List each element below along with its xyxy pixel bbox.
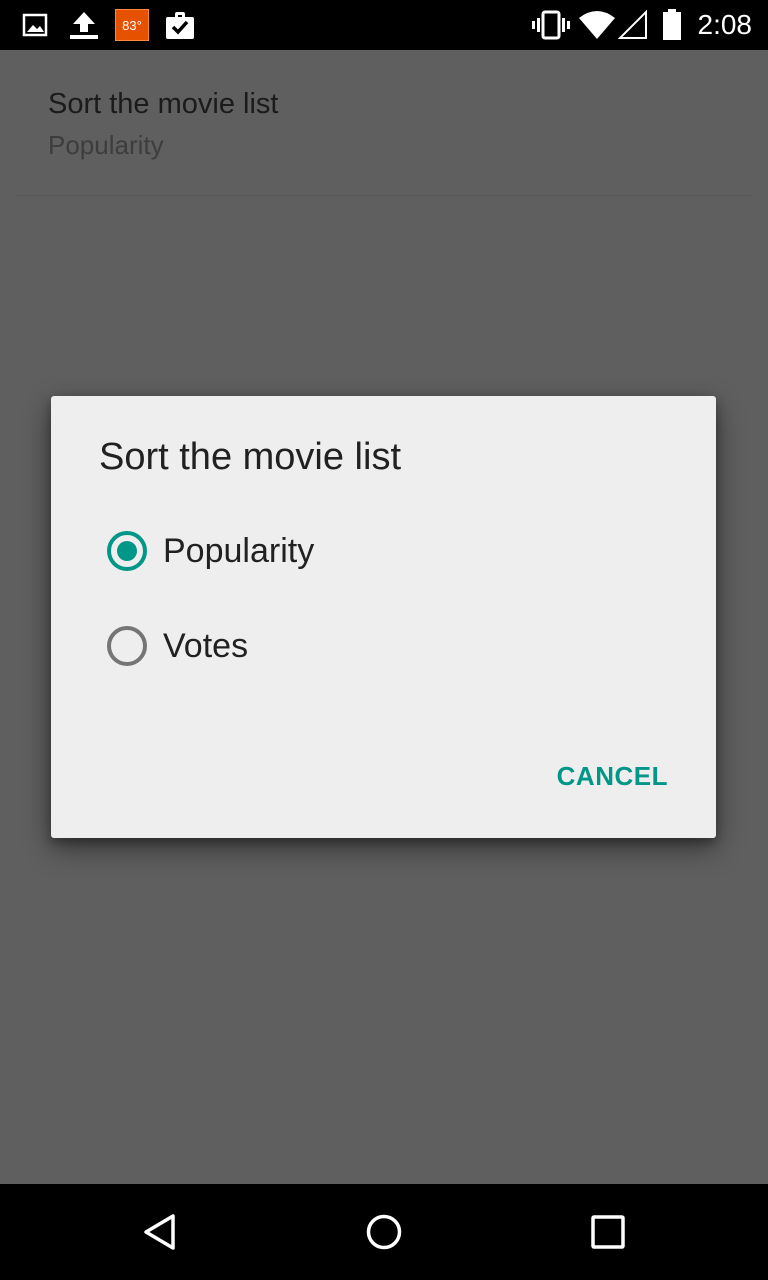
option-votes[interactable]: Votes xyxy=(107,611,667,681)
recents-icon[interactable] xyxy=(578,1202,638,1262)
sort-preference-item[interactable] xyxy=(0,50,768,196)
signal-icon xyxy=(618,9,648,41)
preference-summary: Popularity xyxy=(48,130,164,160)
task-icon xyxy=(164,9,196,41)
back-icon[interactable] xyxy=(130,1202,190,1262)
wifi-icon xyxy=(578,9,616,41)
dialog-title: Sort the movie list xyxy=(99,436,401,478)
clock: 2:08 xyxy=(697,9,753,40)
preference-title: Sort the movie list xyxy=(48,88,279,120)
weather-icon: 83° xyxy=(115,9,149,41)
home-icon[interactable] xyxy=(354,1202,414,1262)
upload-icon xyxy=(68,9,100,41)
image-icon xyxy=(22,9,48,41)
divider xyxy=(16,195,752,196)
option-popularity[interactable]: Popularity xyxy=(107,516,667,586)
navigation-bar xyxy=(0,1184,768,1280)
battery-icon xyxy=(660,9,684,41)
option-label: Votes xyxy=(163,626,249,665)
option-label: Popularity xyxy=(163,531,315,570)
radio-button-unchecked[interactable] xyxy=(107,626,147,666)
cancel-button[interactable]: CANCEL xyxy=(541,746,684,806)
radio-button-checked[interactable] xyxy=(107,531,147,571)
vibrate-icon xyxy=(532,9,570,41)
sort-dialog: Sort the movie list Popularity Votes CAN… xyxy=(51,396,716,838)
status-bar: 83° 2:08 xyxy=(0,0,768,50)
